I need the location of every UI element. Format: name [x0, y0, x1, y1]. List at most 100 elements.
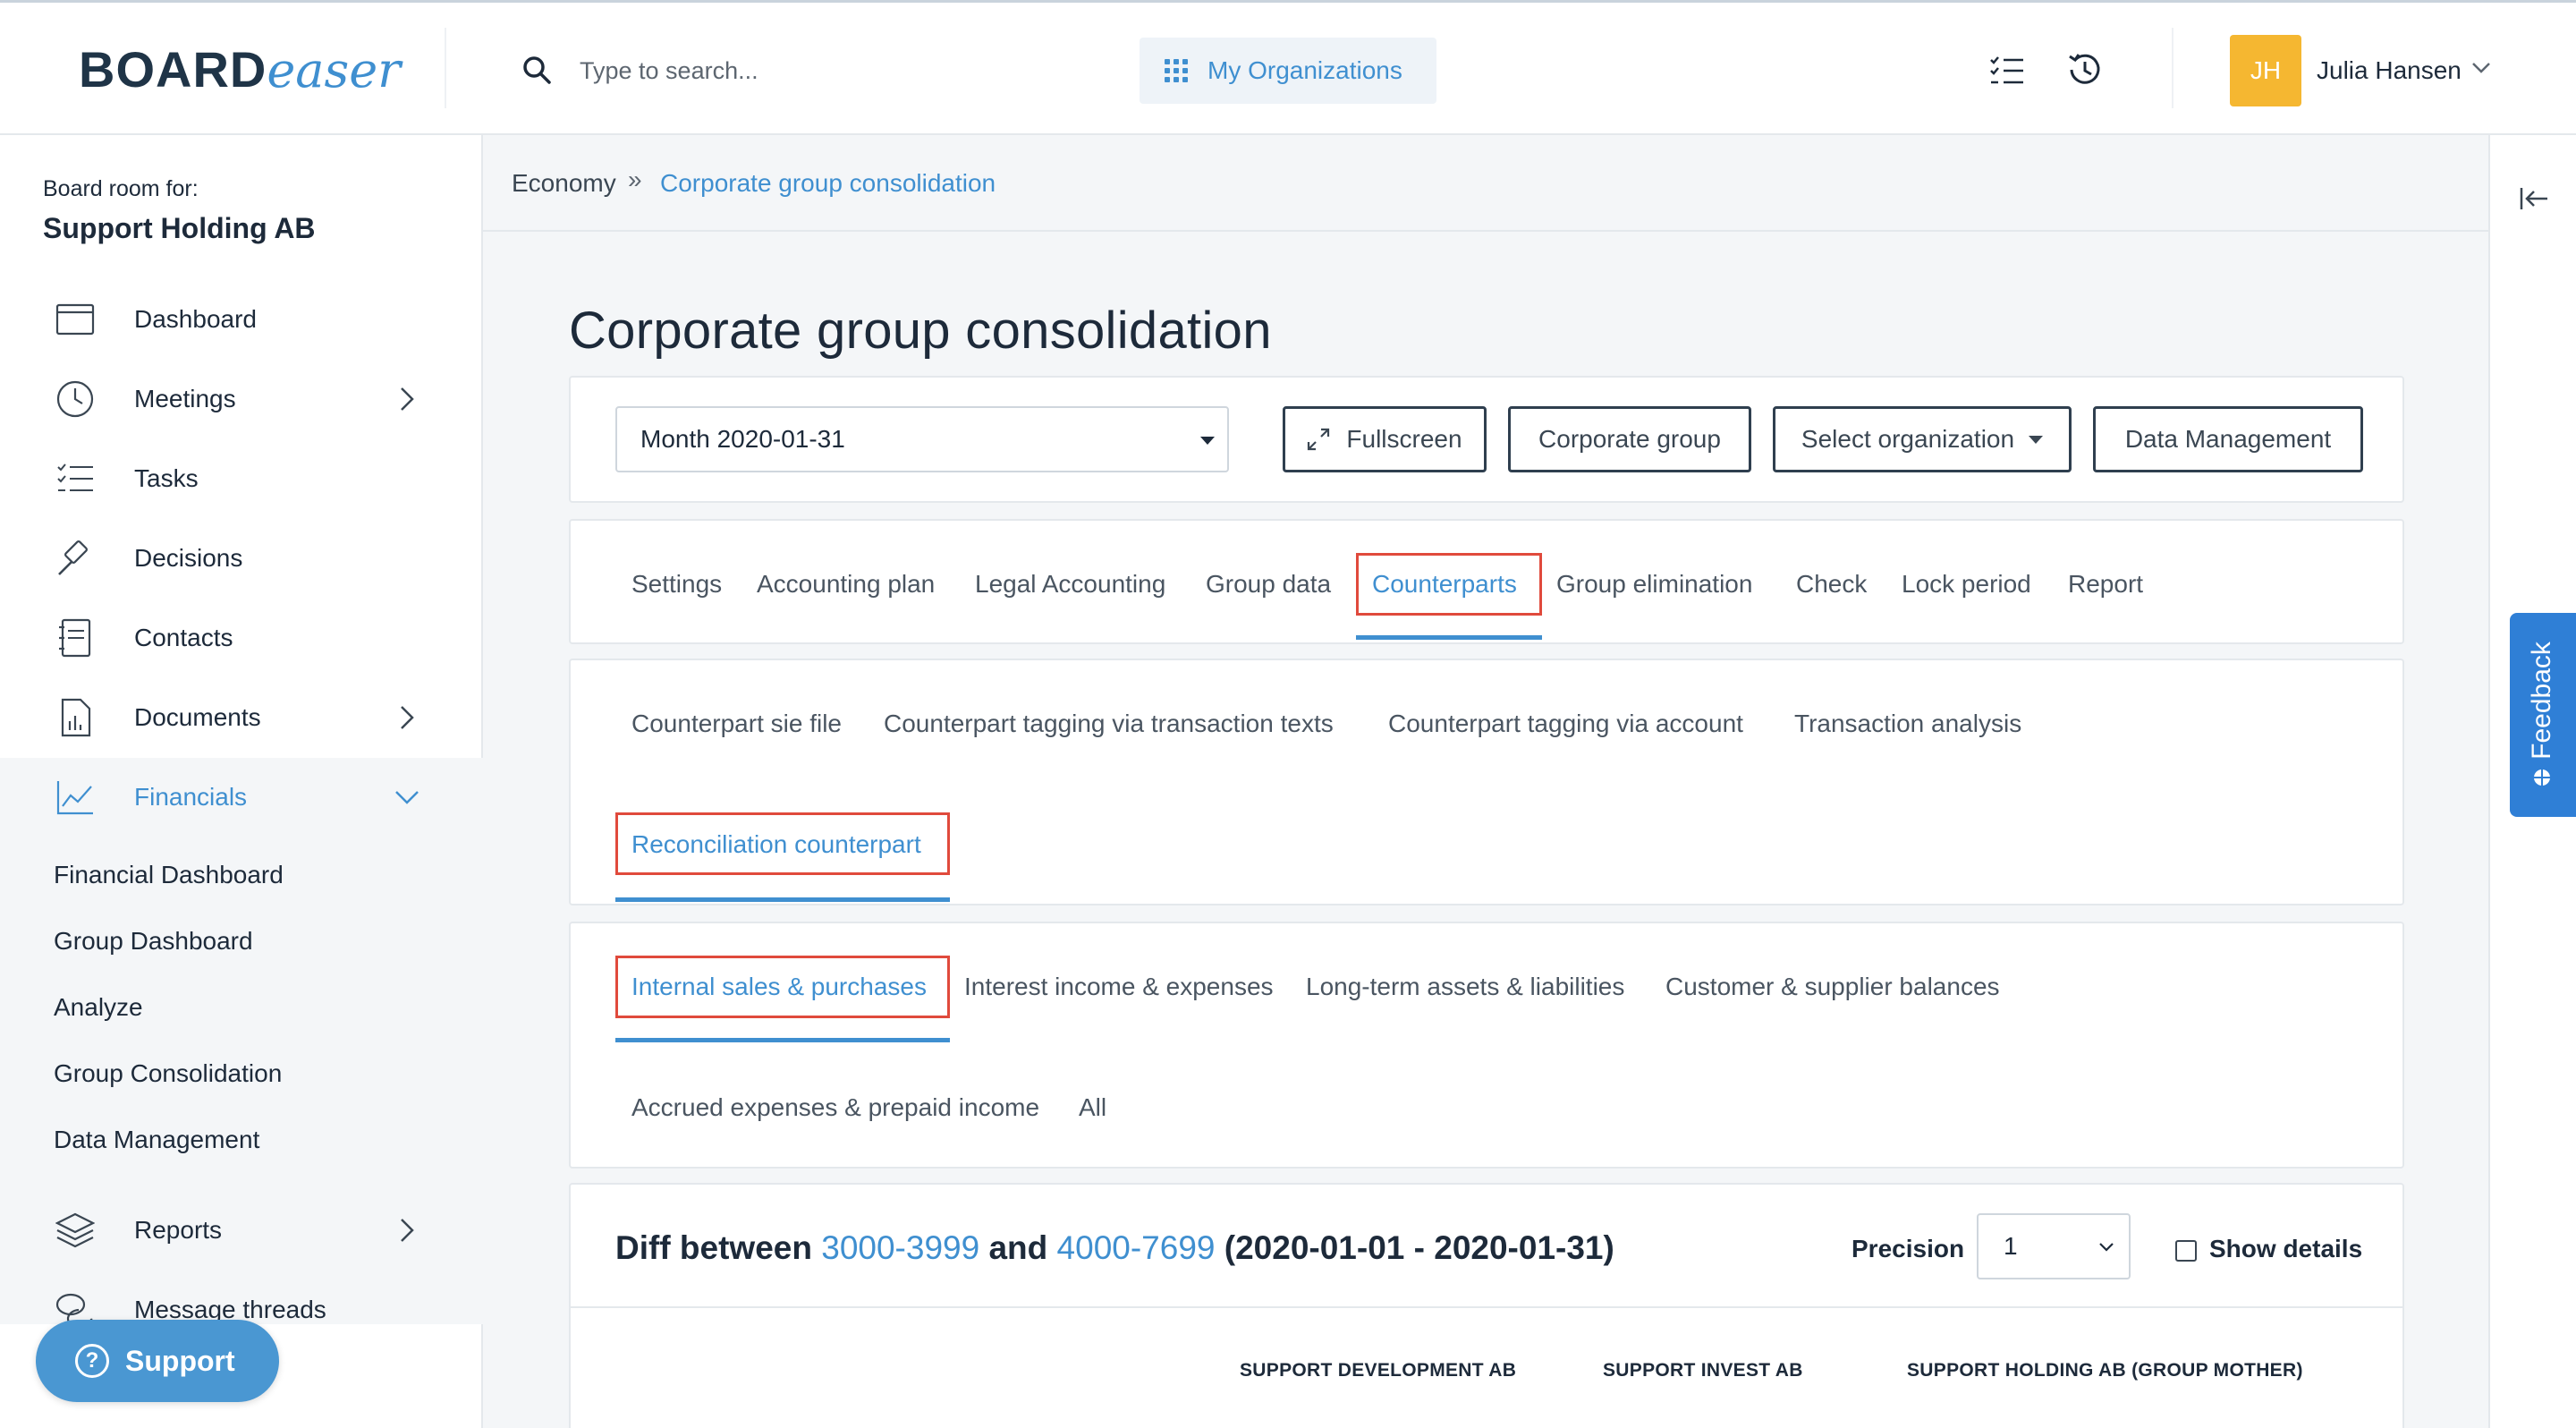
- column-header: SUPPORT HOLDING AB (GROUP MOTHER): [1907, 1360, 2303, 1381]
- feedback-label[interactable]: Feedback: [2527, 642, 2557, 760]
- document-chart-icon: [61, 698, 91, 737]
- tab-group-data[interactable]: Group data: [1206, 570, 1331, 599]
- sidebar: Board room for: Support Holding AB Dashb…: [0, 135, 483, 1428]
- tab-active-underline: [1356, 635, 1542, 640]
- address-book-icon: [59, 618, 91, 658]
- history-icon[interactable]: [2066, 51, 2104, 89]
- gavel-icon: [58, 540, 88, 575]
- divider: [445, 28, 446, 108]
- select-organization-dropdown[interactable]: Select organization: [1773, 406, 2072, 472]
- tab-active-underline: [615, 897, 950, 902]
- breadcrumb-current[interactable]: Corporate group consolidation: [660, 169, 996, 198]
- checklist-icon: [57, 463, 93, 491]
- organization-name: Support Holding AB: [43, 212, 316, 244]
- tab-long-term-assets-liabilities[interactable]: Long-term assets & liabilities: [1306, 973, 1624, 1001]
- column-header: SUPPORT DEVELOPMENT AB: [1240, 1360, 1517, 1381]
- fullscreen-button[interactable]: Fullscreen: [1283, 406, 1487, 472]
- top-bar: BOARDeaser My Organizations JH Julia Han…: [0, 0, 2576, 135]
- tab-report[interactable]: Report: [2068, 570, 2143, 599]
- tab-all[interactable]: All: [1079, 1093, 1106, 1122]
- tab-accounting-plan[interactable]: Accounting plan: [757, 570, 935, 599]
- highlight-box: [1356, 553, 1542, 616]
- tab-counterpart-sie-file[interactable]: Counterpart sie file: [631, 710, 842, 738]
- diff-card: Diff between 3000-3999 and 4000-7699 (20…: [569, 1183, 2404, 1428]
- sidebar-item-contacts[interactable]: Contacts: [0, 599, 483, 677]
- line-chart-icon: [56, 781, 93, 815]
- sidebar-item-documents[interactable]: Documents: [0, 678, 483, 757]
- tab-counterpart-tagging-account[interactable]: Counterpart tagging via account: [1388, 710, 1743, 738]
- chevron-down-icon[interactable]: [394, 789, 420, 805]
- user-name[interactable]: Julia Hansen: [2317, 56, 2462, 85]
- sidebar-item-reports[interactable]: Reports: [0, 1191, 483, 1270]
- submenu-group-consolidation[interactable]: Group Consolidation: [54, 1059, 282, 1088]
- submenu-data-management[interactable]: Data Management: [54, 1126, 259, 1154]
- divider: [571, 1306, 2402, 1308]
- toolbar-card: Month 2020-01-31 Fullscreen Corporate gr…: [569, 376, 2404, 503]
- data-management-button[interactable]: Data Management: [2093, 406, 2363, 472]
- tab-settings[interactable]: Settings: [631, 570, 722, 599]
- corporate-group-button[interactable]: Corporate group: [1508, 406, 1751, 472]
- help-icon: ?: [75, 1344, 109, 1378]
- submenu-financial-dashboard[interactable]: Financial Dashboard: [54, 861, 284, 889]
- caret-down-icon: [1200, 437, 1215, 445]
- tab-interest-income-expenses[interactable]: Interest income & expenses: [964, 973, 1274, 1001]
- sidebar-item-dashboard[interactable]: Dashboard: [0, 280, 483, 359]
- chevron-down-icon: [2099, 1243, 2114, 1252]
- highlight-box: [615, 956, 950, 1018]
- clock-icon: [56, 380, 94, 418]
- tab-counterpart-tagging-texts[interactable]: Counterpart tagging via transaction text…: [884, 710, 1334, 738]
- submenu-group-dashboard[interactable]: Group Dashboard: [54, 927, 253, 956]
- breadcrumb-separator: »: [628, 166, 642, 193]
- calendar-window-icon: [55, 303, 95, 336]
- tab-group-elimination[interactable]: Group elimination: [1556, 570, 1752, 599]
- sidebar-item-decisions[interactable]: Decisions: [0, 519, 483, 598]
- diff-heading: Diff between 3000-3999 and 4000-7699 (20…: [615, 1229, 1614, 1266]
- tab-active-underline: [615, 1038, 950, 1042]
- expand-icon: [1308, 428, 1330, 451]
- breadcrumb-economy[interactable]: Economy: [512, 169, 616, 198]
- submenu-analyze[interactable]: Analyze: [54, 993, 143, 1022]
- search-icon[interactable]: [521, 55, 552, 85]
- boardeaser-logo[interactable]: BOARDeaser: [79, 40, 401, 98]
- account-range-a-link[interactable]: 3000-3999: [821, 1229, 979, 1266]
- task-list-icon[interactable]: [1989, 55, 2025, 87]
- period-select[interactable]: Month 2020-01-31: [615, 406, 1229, 472]
- precision-label: Precision: [1852, 1235, 1965, 1262]
- main-tabs-card: Settings Accounting plan Legal Accountin…: [569, 519, 2404, 644]
- caret-down-icon: [2029, 435, 2044, 444]
- reconciliation-tabs-card: Internal sales & purchases Interest inco…: [569, 922, 2404, 1169]
- search-input[interactable]: [580, 49, 1080, 92]
- chevron-right-icon[interactable]: [399, 386, 415, 412]
- precision-select[interactable]: 1: [1977, 1213, 2131, 1279]
- chevron-down-icon[interactable]: [2471, 62, 2491, 74]
- my-organizations-button[interactable]: My Organizations: [1140, 38, 1436, 104]
- divider: [2172, 28, 2174, 108]
- chevron-right-icon[interactable]: [399, 1217, 415, 1244]
- sidebar-item-financials[interactable]: Financials: [0, 758, 483, 837]
- tab-check[interactable]: Check: [1796, 570, 1867, 599]
- show-details-label[interactable]: Show details: [2209, 1235, 2362, 1263]
- tab-accrued-expenses-prepaid-income[interactable]: Accrued expenses & prepaid income: [631, 1093, 1039, 1122]
- page-title: Corporate group consolidation: [569, 302, 1272, 360]
- avatar[interactable]: JH: [2230, 35, 2301, 106]
- layers-icon: [55, 1212, 95, 1248]
- tab-lock-period[interactable]: Lock period: [1902, 570, 2031, 599]
- my-organizations-label: My Organizations: [1208, 56, 1402, 84]
- highlight-box: [615, 812, 950, 875]
- apps-grid-icon: [1165, 59, 1188, 82]
- tab-customer-supplier-balances[interactable]: Customer & supplier balances: [1665, 973, 2000, 1001]
- counterpart-tabs-card: Counterpart sie file Counterpart tagging…: [569, 659, 2404, 905]
- column-header: SUPPORT INVEST AB: [1603, 1360, 1803, 1381]
- sidebar-item-meetings[interactable]: Meetings: [0, 360, 483, 438]
- chevron-right-icon[interactable]: [399, 704, 415, 731]
- account-range-b-link[interactable]: 4000-7699: [1057, 1229, 1216, 1266]
- sidebar-item-tasks[interactable]: Tasks: [0, 439, 483, 518]
- tab-legal-accounting[interactable]: Legal Accounting: [975, 570, 1165, 599]
- board-room-label: Board room for:: [43, 176, 199, 201]
- feedback-bug-icon: [2531, 769, 2553, 786]
- support-button[interactable]: ? Support: [36, 1320, 279, 1402]
- show-details-checkbox[interactable]: [2175, 1240, 2197, 1262]
- tab-transaction-analysis[interactable]: Transaction analysis: [1794, 710, 2021, 738]
- collapse-panel-icon[interactable]: [2519, 185, 2549, 212]
- breadcrumb: Economy » Corporate group consolidation: [483, 135, 2488, 232]
